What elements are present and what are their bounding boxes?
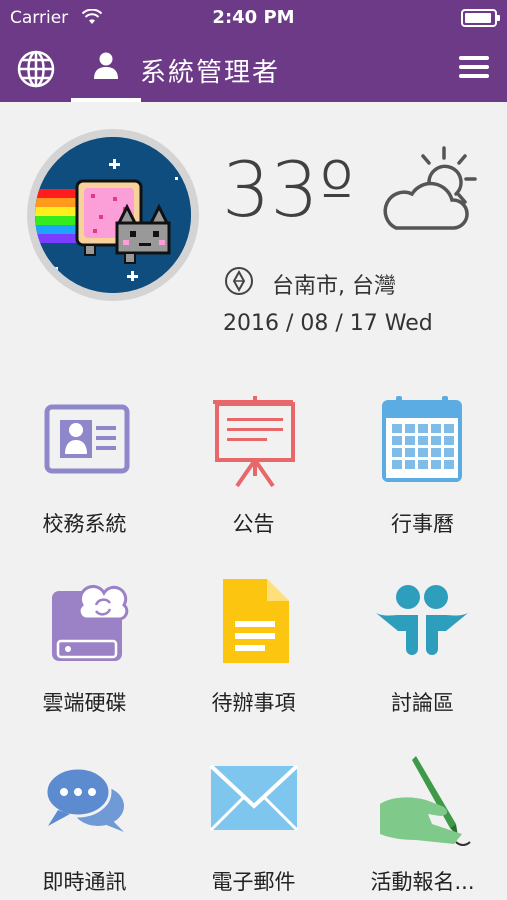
nav-bar: 系統管理者 — [0, 36, 507, 102]
signing-hand-icon — [380, 756, 471, 846]
id-card-icon — [44, 404, 130, 474]
compass-icon — [225, 267, 253, 295]
page-title: 系統管理者 — [140, 58, 281, 88]
app-label: 即時通訊 — [42, 870, 127, 894]
date-label: 2016 / 08 / 17 Wed — [223, 311, 433, 336]
tab-underline — [71, 98, 141, 102]
avatar[interactable] — [27, 129, 199, 301]
app-label: 電子郵件 — [211, 870, 296, 894]
app-label: 雲端硬碟 — [42, 691, 127, 715]
app-label: 校務系統 — [42, 512, 127, 536]
app-label: 行事曆 — [391, 512, 454, 536]
app-label: 公告 — [232, 512, 275, 536]
cloud-drive-icon — [52, 584, 129, 661]
presentation-board-icon — [213, 396, 295, 488]
app-school-system[interactable]: 校務系統 — [0, 396, 169, 566]
app-instant-messaging[interactable]: 即時通訊 — [0, 754, 169, 900]
people-icon — [376, 585, 468, 655]
app-label: 討論區 — [391, 691, 454, 715]
app-cloud-drive[interactable]: 雲端硬碟 — [0, 575, 169, 745]
location-label: 台南市, 台灣 — [272, 274, 396, 299]
app-label: 待辦事項 — [211, 691, 296, 715]
app-todo[interactable]: 待辦事項 — [169, 575, 338, 745]
document-icon — [223, 579, 289, 663]
menu-icon[interactable] — [459, 56, 489, 82]
calendar-icon — [382, 396, 462, 482]
partly-cloudy-icon — [383, 146, 477, 230]
chat-bubbles-icon — [44, 766, 124, 832]
app-label: 活動報名... — [370, 870, 475, 894]
app-email[interactable]: 電子郵件 — [169, 754, 338, 900]
nyan-cat-avatar-image — [35, 137, 191, 293]
envelope-icon — [209, 764, 299, 832]
globe-icon[interactable] — [16, 49, 56, 89]
app-calendar[interactable]: 行事曆 — [338, 396, 507, 566]
user-icon — [94, 52, 118, 79]
tab-user[interactable] — [71, 36, 141, 102]
app-announcements[interactable]: 公告 — [169, 396, 338, 566]
battery-icon — [461, 9, 500, 27]
clock: 2:40 PM — [212, 7, 295, 28]
status-bar: Carrier 2:40 PM — [0, 0, 507, 36]
app-event-registration[interactable]: 活動報名... — [338, 754, 507, 900]
temperature: 33º — [222, 145, 355, 234]
app-forum[interactable]: 討論區 — [338, 575, 507, 745]
